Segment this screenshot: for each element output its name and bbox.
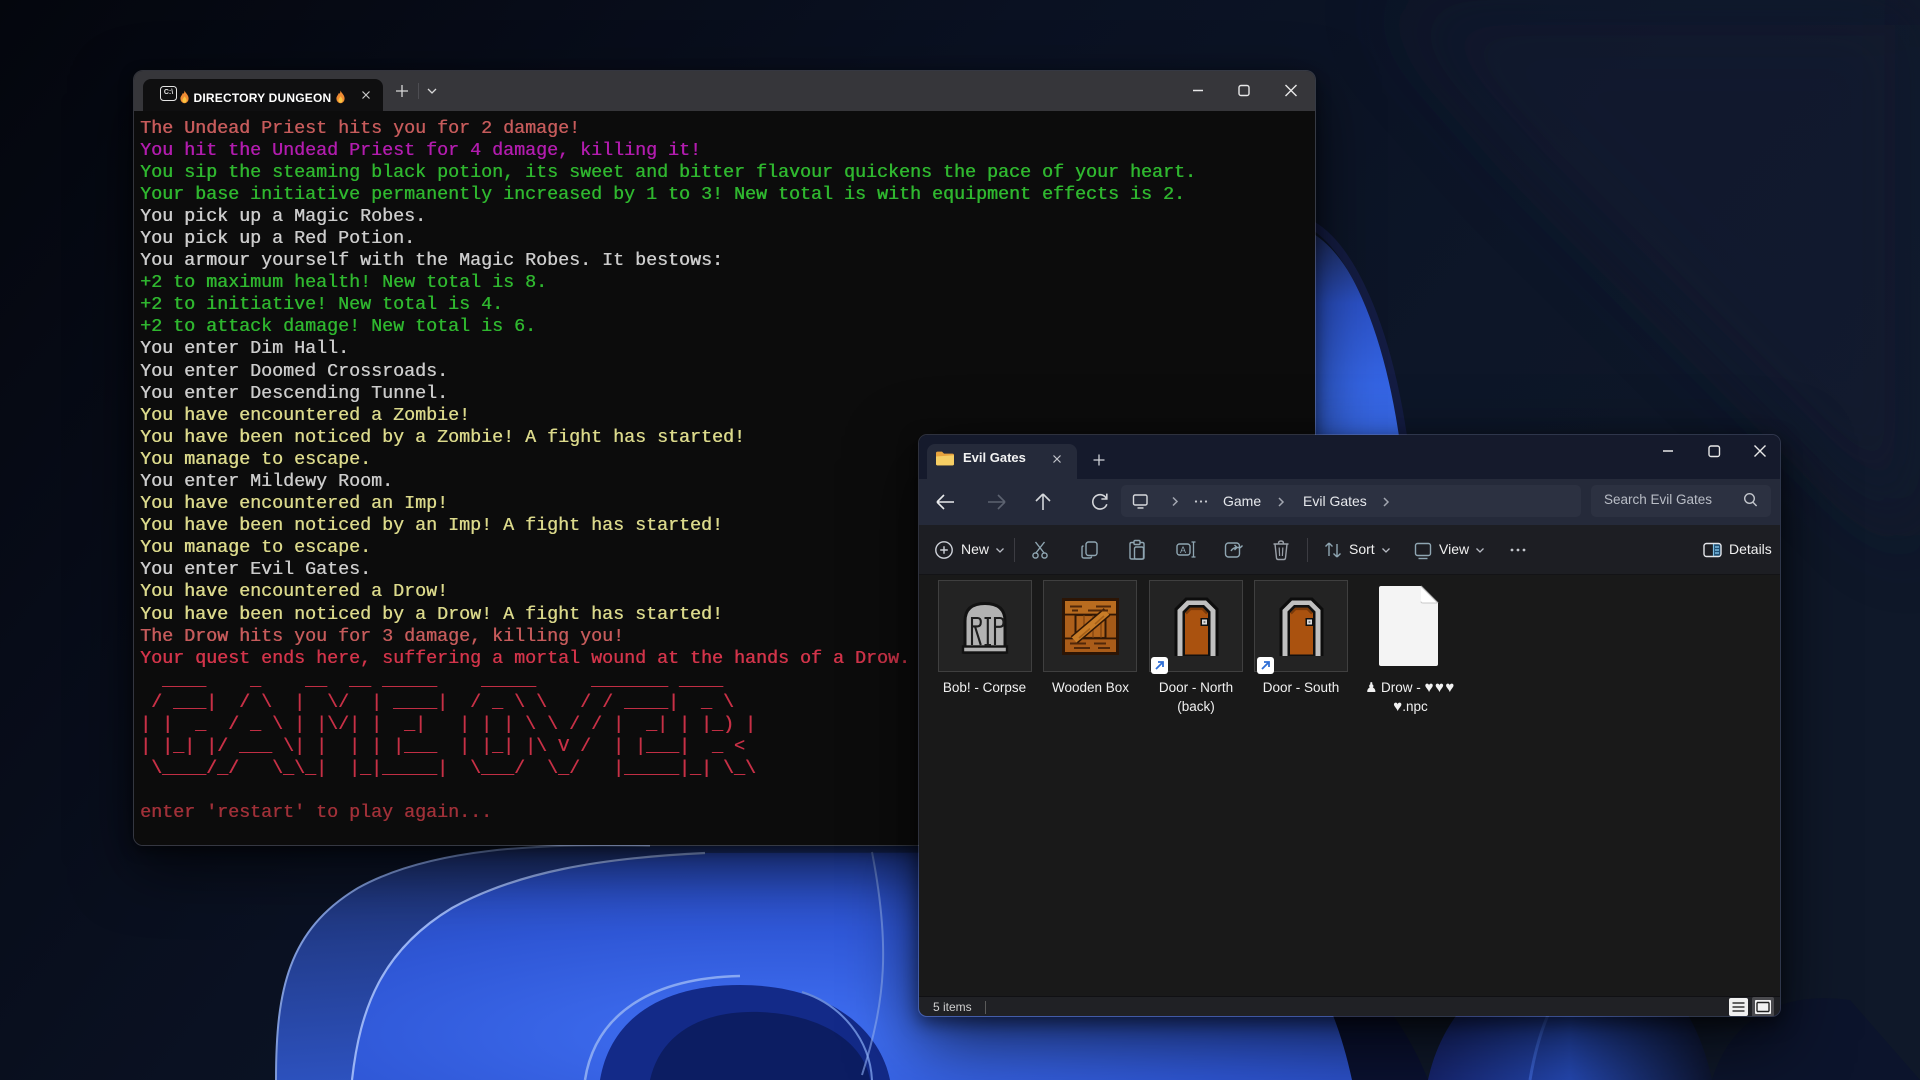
svg-text:A: A — [1180, 545, 1186, 555]
